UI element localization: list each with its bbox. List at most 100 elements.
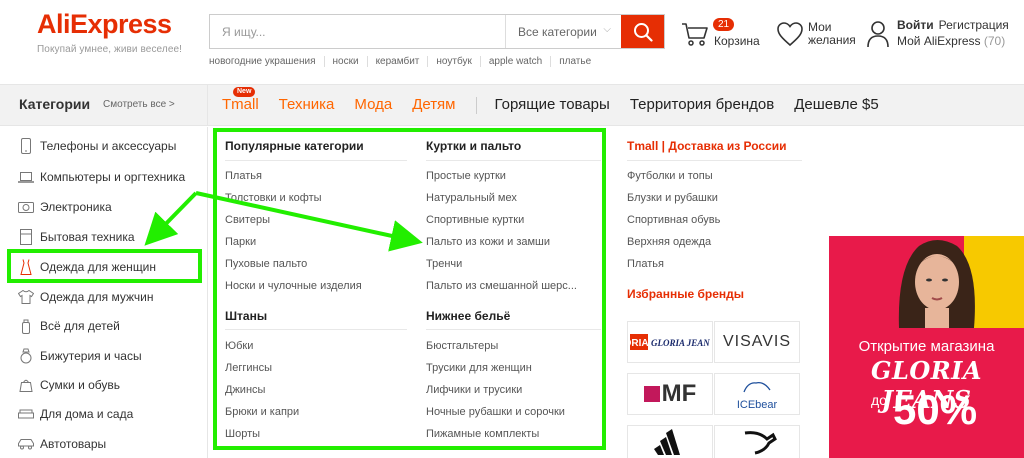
register-link[interactable]: Регистрация [939, 18, 1009, 32]
column-heading[interactable]: Штаны [225, 309, 267, 323]
sidebar-item-computers[interactable]: Компьютеры и оргтехника [0, 162, 208, 191]
hot-search-link[interactable]: ноутбук [427, 56, 479, 67]
sidebar-item-womens-clothing[interactable]: Одежда для женщин [0, 252, 208, 281]
nav-link-fashion[interactable]: Мода [354, 96, 392, 114]
cart-icon [682, 23, 708, 46]
subcategory-link[interactable]: Спортивная обувь [627, 214, 720, 226]
sidebar-item-home-garden[interactable]: Для дома и сада [0, 399, 208, 428]
cart-count-badge: 21 [713, 18, 735, 31]
hot-searches: новогодние украшения носки керамбит ноут… [209, 56, 599, 67]
my-account-link[interactable]: Мой AliExpress (70) [897, 34, 1005, 48]
hot-search-link[interactable]: носки [323, 56, 367, 67]
brand-logo-icebear[interactable]: ICEbear [714, 373, 800, 415]
nav-link-tech[interactable]: Техника [279, 96, 335, 114]
logo-text: AliExpress [37, 9, 172, 39]
subcategory-link[interactable]: Юбки [225, 340, 253, 352]
brand-logo-adidas[interactable]: adidas [627, 425, 713, 458]
banner-prefix: до [871, 392, 887, 408]
subcategory-link[interactable]: Джинсы [225, 384, 265, 396]
subcategory-link[interactable]: Шорты [225, 428, 260, 440]
sidebar-item-label: Одежда для женщин [40, 259, 157, 274]
sofa-icon [18, 406, 34, 422]
subcategory-link[interactable]: Блузки и рубашки [627, 192, 718, 204]
subcategory-link[interactable]: Лифчики и трусики [426, 384, 522, 396]
hot-search-link[interactable]: керамбит [366, 56, 428, 67]
subcategory-link[interactable]: Футболки и топы [627, 170, 713, 182]
model-photo [898, 240, 975, 328]
sidebar-item-mens-clothing[interactable]: Одежда для мужчин [0, 282, 208, 311]
brand-logo-puma[interactable]: PUMA [714, 425, 800, 458]
dress-icon [18, 258, 34, 275]
sidebar-item-bags-shoes[interactable]: Сумки и обувь [0, 370, 208, 399]
tmall-russia-heading[interactable]: Tmall | Доставка из России [627, 139, 787, 153]
sidebar-item-phones[interactable]: Телефоны и аксессуары [0, 131, 208, 160]
subcategory-link[interactable]: Леггинсы [225, 362, 272, 374]
nav-link-hot-deals[interactable]: Горящие товары [495, 96, 610, 114]
subcategory-link[interactable]: Ночные рубашки и сорочки [426, 406, 565, 418]
sidebar-item-label: Электроника [40, 199, 112, 214]
search-category-select[interactable]: Все категории ⌵ [505, 15, 621, 48]
sidebar-item-label: Бижутерия и часы [40, 348, 142, 363]
sidebar-item-auto[interactable]: Автотовары [0, 429, 208, 458]
icebear-logo: ICEbear [737, 378, 777, 411]
subcategory-link[interactable]: Пальто из смешанной шерс... [426, 280, 577, 292]
my-account-count: (70) [983, 34, 1006, 48]
bear-icon [743, 381, 771, 392]
promo-banner-gloria-jeans[interactable]: Открытие магазина GLORIA JEANS до 50% [829, 236, 1024, 458]
wishlist-button[interactable]: Мои желания [776, 16, 866, 50]
subcategory-link[interactable]: Пижамные комплекты [426, 428, 539, 440]
search-input[interactable] [210, 15, 505, 48]
sidebar-item-electronics[interactable]: Электроника [0, 192, 208, 221]
subcategory-link[interactable]: Парки [225, 236, 256, 248]
camera-icon [18, 199, 34, 215]
sidebar-item-appliances[interactable]: Бытовая техника [0, 222, 208, 251]
sidebar-item-jewelry[interactable]: Бижутерия и часы [0, 341, 208, 370]
brand-logo-mf[interactable]: MF [627, 373, 713, 415]
categories-title: Категории [19, 96, 91, 112]
subcategory-link[interactable]: Простые куртки [426, 170, 506, 182]
subcategory-link[interactable]: Платья [627, 258, 664, 270]
subcategory-link[interactable]: Свитеры [225, 214, 270, 226]
subcategory-link[interactable]: Брюки и капри [225, 406, 299, 418]
subcategory-link[interactable]: Трусики для женщин [426, 362, 532, 374]
site-header: AliExpress Покупай умнее, живи веселее! … [0, 0, 1024, 84]
column-heading[interactable]: Куртки и пальто [426, 139, 521, 153]
search-bar: Все категории ⌵ [209, 14, 665, 49]
column-heading[interactable]: Популярные категории [225, 139, 364, 153]
subcategory-link[interactable]: Бюстгальтеры [426, 340, 498, 352]
brand-logo-gloria-jeans[interactable]: GJ GLORIA JEANSGLORIA JEANS [627, 321, 713, 363]
search-button[interactable] [621, 15, 664, 48]
subcategory-link[interactable]: Пуховые пальто [225, 258, 307, 270]
see-all-link[interactable]: Смотреть все > [103, 99, 175, 110]
subcategory-link[interactable]: Толстовки и кофты [225, 192, 322, 204]
aliexpress-logo[interactable]: AliExpress Покупай умнее, живи веселее! [37, 9, 182, 55]
sidebar-item-label: Для дома и сада [40, 406, 134, 421]
login-link[interactable]: Войти [897, 18, 934, 32]
featured-brands-heading[interactable]: Избранные бренды [627, 287, 744, 301]
user-icon [867, 21, 889, 48]
sidebar-item-label: Компьютеры и оргтехника [40, 169, 186, 184]
hot-search-link[interactable]: apple watch [479, 56, 550, 67]
subcategory-link[interactable]: Спортивные куртки [426, 214, 524, 226]
subcategory-link[interactable]: Верхняя одежда [627, 236, 711, 248]
subcategory-link[interactable]: Пальто из кожи и замши [426, 236, 550, 248]
account-menu[interactable]: Войти Регистрация Мой AliExpress (70) [866, 14, 1024, 54]
nav-link-tmall[interactable]: Tmall [222, 96, 259, 114]
sidebar-item-kids[interactable]: Всё для детей [0, 311, 208, 340]
search-icon [633, 22, 653, 42]
sidebar-item-label: Одежда для мужчин [40, 289, 154, 304]
subcategory-link[interactable]: Платья [225, 170, 262, 182]
nav-link-kids[interactable]: Детям [412, 96, 455, 114]
hot-search-link[interactable]: платье [550, 56, 599, 67]
subcategory-link[interactable]: Тренчи [426, 258, 462, 270]
wishlist-label: Мои желания [808, 20, 856, 47]
hot-search-link[interactable]: новогодние украшения [209, 56, 324, 67]
nav-links: Tmall Техника Мода Детям Горящие товары … [222, 96, 899, 114]
nav-link-cheap[interactable]: Дешевле $5 [794, 96, 878, 114]
subcategory-link[interactable]: Носки и чулочные изделия [225, 280, 362, 292]
cart-button[interactable]: 21 Корзина [681, 16, 771, 50]
subcategory-link[interactable]: Натуральный мех [426, 192, 517, 204]
nav-link-brands[interactable]: Территория брендов [630, 96, 774, 114]
column-heading[interactable]: Нижнее бельё [426, 309, 510, 323]
brand-logo-visavis[interactable]: VISAVIS [714, 321, 800, 363]
